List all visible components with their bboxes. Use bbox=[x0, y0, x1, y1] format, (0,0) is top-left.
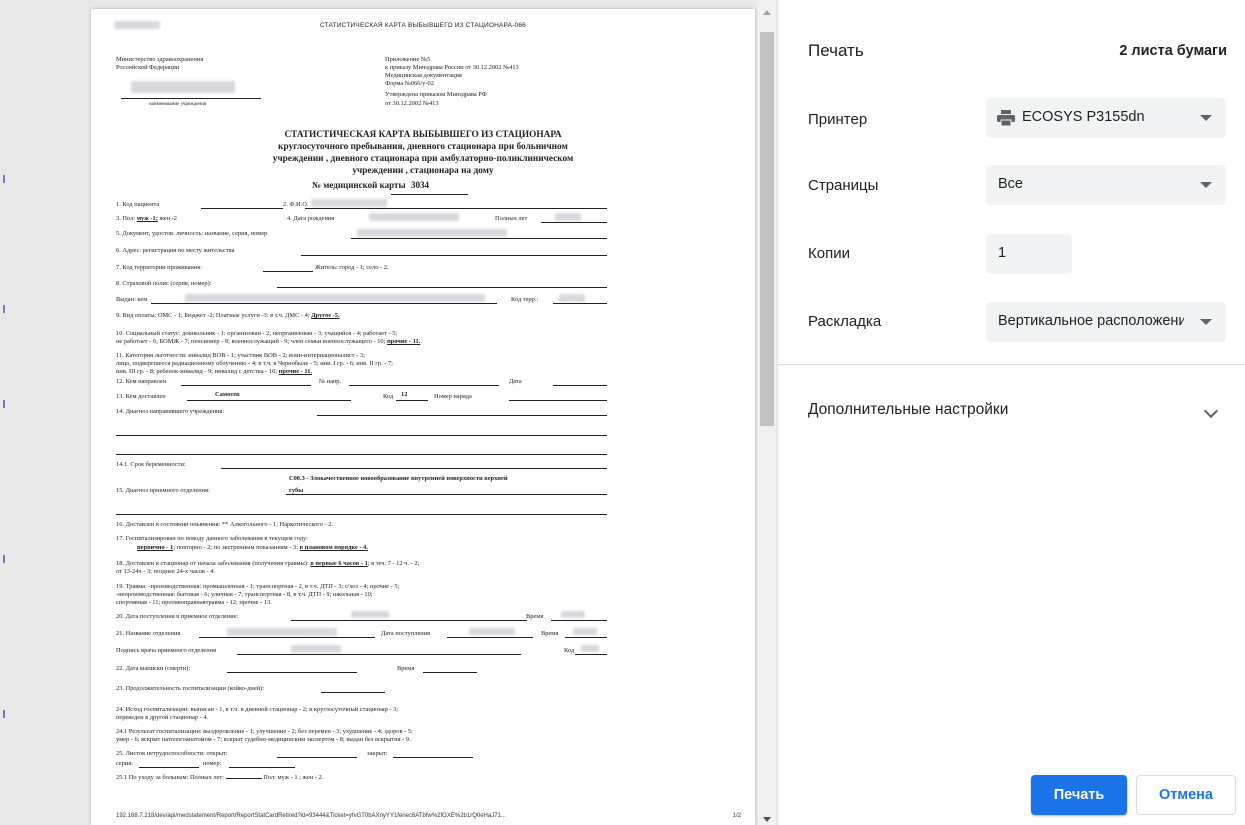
print-button[interactable]: Печать bbox=[1031, 775, 1127, 815]
print-preview-area: СТАТИСТИЧЕСКАЯ КАРТА ВЫБЫВШЕГО ИЗ СТАЦИО… bbox=[0, 0, 778, 825]
copies-input[interactable]: 1 bbox=[986, 234, 1072, 274]
page-footer-number: 1/2 bbox=[732, 813, 741, 819]
expand-chevron-icon[interactable] bbox=[1203, 403, 1219, 419]
printer-label: Принтер bbox=[808, 111, 868, 128]
preview-scrollbar[interactable] bbox=[758, 0, 776, 825]
layout-value: Вертикальное расположение bbox=[998, 313, 1184, 329]
ministry-line-1: Министерство здравоохранения bbox=[116, 56, 204, 63]
scrollbar-thumb[interactable] bbox=[760, 32, 774, 426]
page-footer-url: 192.168.7.218/dev/api/medstatement/Repor… bbox=[116, 813, 506, 819]
divider bbox=[778, 364, 1245, 365]
institution-caption: наименование учреждения bbox=[149, 102, 207, 107]
pages-select[interactable]: Все bbox=[986, 165, 1226, 205]
preview-page: СТАТИСТИЧЕСКАЯ КАРТА ВЫБЫВШЕГО ИЗ СТАЦИО… bbox=[91, 9, 755, 825]
cancel-button[interactable]: Отмена bbox=[1136, 775, 1236, 815]
layout-select[interactable]: Вертикальное расположение bbox=[986, 302, 1226, 342]
page-header-title: СТАТИСТИЧЕСКАЯ КАРТА ВЫБЫВШЕГО ИЗ СТАЦИО… bbox=[319, 22, 526, 29]
card-number: 3034 bbox=[411, 180, 429, 190]
pages-label: Страницы bbox=[808, 177, 879, 194]
layout-label: Раскладка bbox=[808, 313, 882, 330]
chevron-down-icon bbox=[1200, 319, 1212, 325]
sheet-count: 2 листа бумаги bbox=[1119, 43, 1227, 59]
scroll-up-icon[interactable] bbox=[763, 10, 771, 15]
scroll-down-icon[interactable] bbox=[763, 817, 771, 822]
printer-value: ECOSYS P3155dn bbox=[1022, 109, 1145, 125]
printer-select[interactable]: ECOSYS P3155dn bbox=[986, 98, 1226, 138]
more-settings-toggle[interactable]: Дополнительные настройки bbox=[808, 401, 1008, 419]
printer-icon bbox=[997, 110, 1015, 126]
copies-label: Копии bbox=[808, 245, 850, 262]
chevron-down-icon bbox=[1200, 115, 1212, 121]
panel-title: Печать bbox=[808, 41, 864, 60]
print-settings-panel: Печать 2 листа бумаги Принтер ECOSYS P31… bbox=[778, 0, 1245, 825]
edge-marks bbox=[0, 0, 10, 825]
copies-value: 1 bbox=[998, 245, 1007, 261]
pages-value: Все bbox=[998, 176, 1023, 192]
chevron-down-icon bbox=[1200, 182, 1212, 188]
ministry-line-2: Российской Федерации bbox=[116, 64, 180, 71]
doc-title: СТАТИСТИЧЕСКАЯ КАРТА ВЫБЫВШЕГО ИЗ СТАЦИО… bbox=[284, 130, 562, 140]
